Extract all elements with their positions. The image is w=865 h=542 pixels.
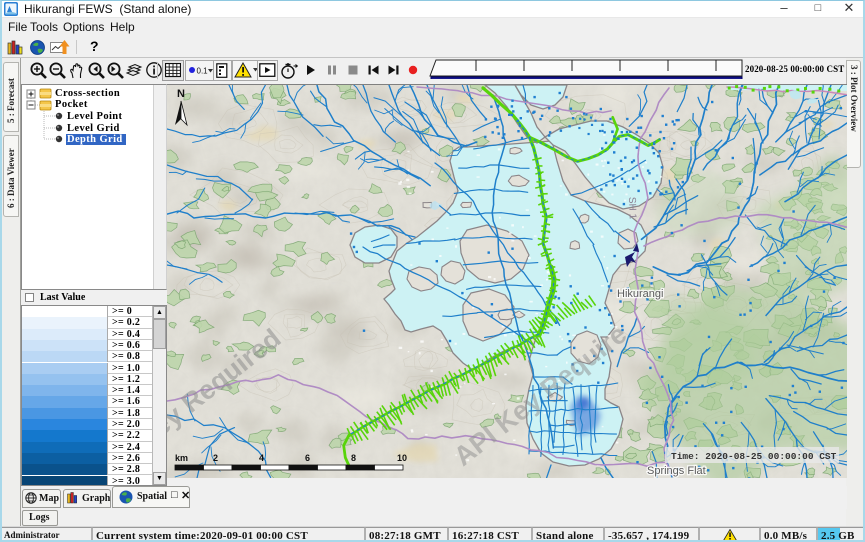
svg-text:6: 6: [305, 453, 310, 463]
svg-text:0.1: 0.1: [197, 67, 209, 76]
svg-text:SH 1: SH 1: [626, 197, 638, 220]
svg-text:8: 8: [351, 453, 356, 463]
svg-text:Hikurangi: Hikurangi: [617, 288, 663, 300]
svg-text:N: N: [177, 88, 185, 100]
svg-text:km: km: [175, 453, 188, 463]
svg-text:10: 10: [397, 453, 407, 463]
svg-text:Time: 2020-08-25 00:00:00 CST: Time: 2020-08-25 00:00:00 CST: [671, 451, 837, 462]
svg-text:Springs Flat: Springs Flat: [647, 465, 706, 477]
svg-text:2: 2: [213, 453, 218, 463]
svg-text:4: 4: [259, 453, 264, 463]
